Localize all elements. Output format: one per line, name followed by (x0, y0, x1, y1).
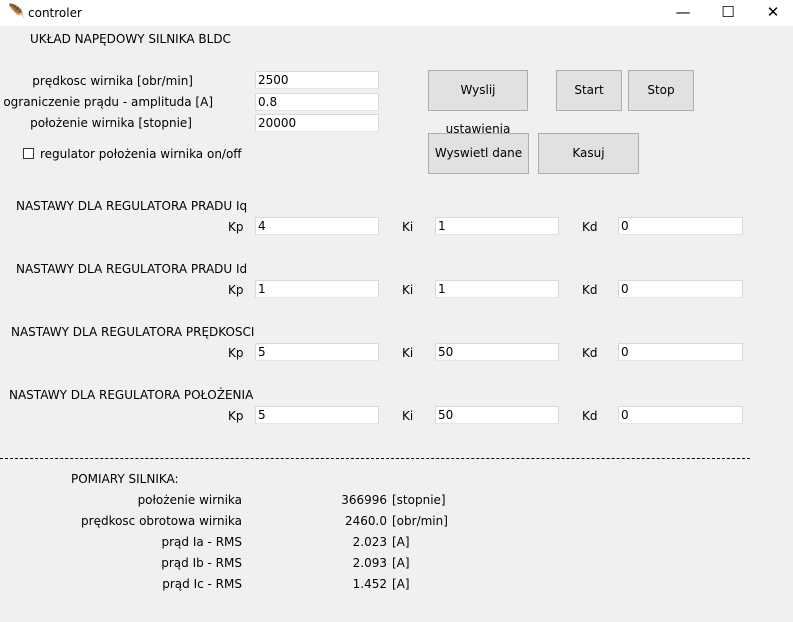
kd-label: Kd (582, 346, 598, 360)
measure-label: prąd Ib - RMS (161, 556, 242, 570)
measure-label: położenie wirnika (137, 493, 242, 507)
speed-input[interactable] (255, 71, 379, 89)
measure-unit: [obr/min] (392, 514, 448, 528)
regulator-iq-title: NASTAWY DLA REGULATORA PRADU Iq (16, 199, 248, 213)
regulator-speed-kd-input[interactable] (618, 343, 743, 361)
measure-unit: [A] (392, 577, 410, 591)
regulator-iq-kd-input[interactable] (618, 217, 743, 235)
kd-label: Kd (582, 409, 598, 423)
position-regulator-label: regulator położenia wirnika on/off (40, 147, 242, 161)
kp-label: Kp (228, 220, 244, 234)
feather-icon: 🪶 (8, 4, 26, 20)
kp-label: Kp (228, 409, 244, 423)
measure-label: prędkosc obrotowa wirnika (81, 514, 242, 528)
regulator-iq-kp-input[interactable] (255, 217, 379, 235)
ki-label: Ki (402, 409, 414, 423)
kp-label: Kp (228, 346, 244, 360)
page-title: UKŁAD NAPĘDOWY SILNIKA BLDC (30, 32, 231, 46)
speed-label: prędkosc wirnika [obr/min] (32, 74, 193, 88)
start-button[interactable]: Start (556, 70, 622, 111)
regulator-speed-kp-input[interactable] (255, 343, 379, 361)
measure-label: prąd Ia - RMS (161, 535, 243, 549)
regulator-id-kd-input[interactable] (618, 280, 743, 298)
kd-label: Kd (582, 283, 598, 297)
measure-value: 2460.0 (345, 514, 387, 528)
position-input[interactable] (255, 114, 379, 132)
regulator-speed-title: NASTAWY DLA REGULATORA PRĘDKOSCI (11, 325, 255, 339)
regulator-id-title: NASTAWY DLA REGULATORA PRADU Id (16, 262, 248, 276)
show-data-button[interactable]: Wyswietl dane (428, 133, 529, 174)
measure-value: 1.452 (352, 577, 387, 591)
window-title: controler (28, 6, 82, 20)
minimize-button[interactable]: — (660, 0, 706, 26)
current-limit-input[interactable] (255, 93, 379, 111)
measure-label: prąd Ic - RMS (162, 577, 242, 591)
regulator-position-title: NASTAWY DLA REGULATORA POŁOŻENIA (9, 388, 254, 402)
position-regulator-checkbox[interactable] (23, 148, 34, 159)
regulator-speed-ki-input[interactable] (435, 343, 559, 361)
stop-button[interactable]: Stop (628, 70, 694, 111)
measurements-title: POMIARY SILNIKA: (71, 472, 179, 486)
ki-label: Ki (402, 220, 414, 234)
clear-button[interactable]: Kasuj (538, 133, 639, 174)
regulator-position-kd-input[interactable] (618, 406, 743, 424)
close-button[interactable]: ✕ (750, 0, 793, 26)
regulator-id-ki-input[interactable] (435, 280, 559, 298)
separator (0, 458, 750, 459)
ki-label: Ki (402, 283, 414, 297)
current-limit-label: ograniczenie prądu - amplituda [A] (3, 95, 213, 109)
measure-value: 2.093 (352, 556, 387, 570)
position-label: położenie wirnika [stopnie] (30, 116, 192, 130)
measure-unit: [stopnie] (392, 493, 446, 507)
measure-unit: [A] (392, 535, 410, 549)
measure-value: 2.023 (352, 535, 387, 549)
title-bar: 🪶 controler — ☐ ✕ (0, 0, 793, 26)
measure-unit: [A] (392, 556, 410, 570)
regulator-iq-ki-input[interactable] (435, 217, 559, 235)
kp-label: Kp (228, 283, 244, 297)
kd-label: Kd (582, 220, 598, 234)
measure-value: 366996 (341, 493, 387, 507)
ki-label: Ki (402, 346, 414, 360)
maximize-button[interactable]: ☐ (705, 0, 751, 26)
regulator-position-ki-input[interactable] (435, 406, 559, 424)
regulator-id-kp-input[interactable] (255, 280, 379, 298)
regulator-position-kp-input[interactable] (255, 406, 379, 424)
send-settings-button[interactable]: Wyslij ustawienia (428, 70, 528, 136)
